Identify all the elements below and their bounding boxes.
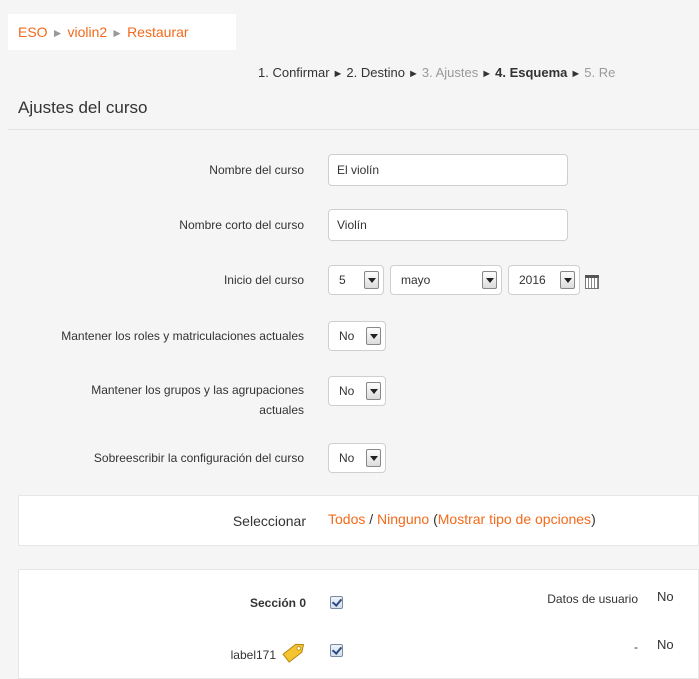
chevron-down-icon[interactable] — [482, 271, 497, 289]
select-all-link[interactable]: Todos — [328, 511, 365, 527]
course-name-input[interactable]: El violín — [328, 154, 568, 186]
breadcrumb-link-eso[interactable]: ESO — [18, 24, 48, 40]
overwrite-config-label: Sobreescribir la configuración del curso — [93, 451, 304, 465]
step-arrow: ► — [481, 68, 493, 80]
keep-roles-select[interactable]: No — [328, 321, 386, 351]
activity-name: label171 — [230, 648, 276, 662]
course-short-name-label: Nombre corto del curso — [179, 218, 304, 232]
start-year-select[interactable]: 2016 — [508, 265, 580, 295]
course-start-label: Inicio del curso — [223, 273, 304, 287]
breadcrumb-link-course[interactable]: violin2 — [67, 24, 107, 40]
calendar-icon[interactable] — [585, 275, 599, 289]
paren-open: ( — [429, 511, 438, 527]
overwrite-config-value: No — [339, 451, 355, 465]
select-links: Todos / Ninguno (Mostrar tipo de opcione… — [328, 511, 596, 527]
overwrite-config-select[interactable]: No — [328, 443, 386, 473]
step-schema-current: 4. Esquema — [495, 65, 568, 80]
keep-groups-label-line-2: actuales — [259, 403, 304, 417]
start-day-value: 5 — [339, 273, 346, 287]
step-confirm: 1. Confirmar — [258, 65, 330, 80]
step-review: 5. Re — [584, 65, 616, 80]
section-name: Sección 0 — [249, 596, 306, 610]
chevron-down-icon[interactable] — [366, 382, 381, 400]
breadcrumb: ESO ► violin2 ► Restaurar — [8, 14, 236, 50]
label-tag-icon — [282, 643, 305, 663]
keep-groups-select[interactable]: No — [328, 376, 386, 406]
start-month-select[interactable]: mayo — [390, 265, 502, 295]
keep-roles-label: Mantener los roles y matriculaciones act… — [61, 329, 304, 343]
keep-groups-label-line-1: Mantener los grupos y las agrupaciones — [91, 383, 304, 397]
course-short-name-input[interactable]: Violín — [328, 209, 568, 241]
start-day-select[interactable]: 5 — [328, 265, 384, 295]
chevron-down-icon[interactable] — [560, 271, 575, 289]
select-none-link[interactable]: Ninguno — [377, 511, 429, 527]
course-name-label: Nombre del curso — [209, 163, 304, 177]
breadcrumb-separator: ► — [111, 26, 124, 40]
section-include-checkbox[interactable] — [330, 596, 343, 609]
section-userdata-label: Datos de usuario — [547, 592, 638, 606]
breadcrumb-link-restore[interactable]: Restaurar — [127, 24, 188, 40]
activity-include-checkbox[interactable] — [330, 644, 343, 657]
step-arrow: ► — [332, 68, 344, 80]
chevron-down-icon[interactable] — [366, 449, 381, 467]
step-arrow: ► — [407, 68, 419, 80]
divider — [8, 129, 699, 130]
section-userdata-value: No — [657, 589, 674, 604]
keep-groups-label: Mantener los grupos y las agrupaciones a… — [0, 380, 304, 420]
paren-close: ) — [591, 511, 596, 527]
activity-userdata-value: No — [657, 637, 674, 652]
select-label: Seleccionar — [232, 513, 306, 529]
start-year-value: 2016 — [519, 273, 546, 287]
step-destination: 2. Destino — [346, 65, 405, 80]
select-slash: / — [365, 511, 378, 527]
restore-progress-steps: 1. Confirmar ► 2. Destino ► 3. Ajustes ► 4. Es… — [258, 65, 615, 80]
show-options-link[interactable]: Mostrar tipo de opciones — [438, 511, 591, 527]
activity-userdata-label: - — [634, 640, 638, 654]
keep-roles-value: No — [339, 329, 355, 343]
keep-groups-value: No — [339, 384, 355, 398]
page-title: Ajustes del curso — [18, 98, 148, 117]
chevron-down-icon[interactable] — [364, 271, 379, 289]
step-settings: 3. Ajustes — [421, 65, 479, 80]
step-arrow: ► — [570, 68, 582, 80]
chevron-down-icon[interactable] — [366, 327, 381, 345]
start-month-value: mayo — [401, 273, 431, 287]
breadcrumb-separator: ► — [51, 26, 64, 40]
